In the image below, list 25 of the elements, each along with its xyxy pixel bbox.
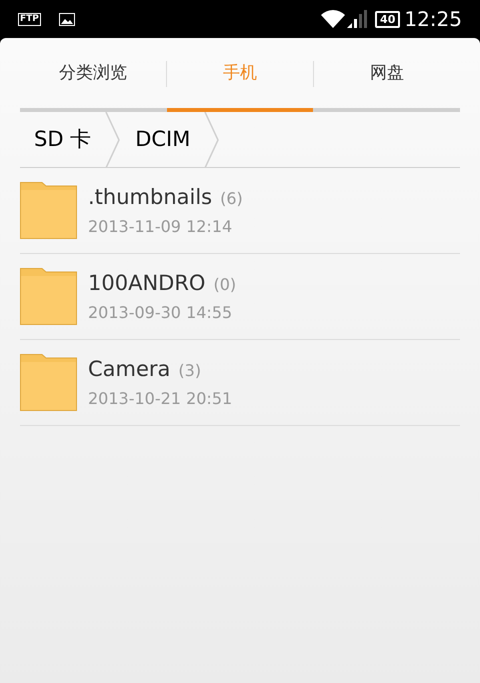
folder-icon [20,268,77,325]
wifi-icon [321,10,346,28]
folder-row[interactable]: .thumbnails (6) 2013-11-09 12:14 [20,168,460,254]
clock: 12:25 [404,6,462,33]
folder-icon [20,182,77,239]
modified-date: 2013-10-21 20:51 [88,388,232,410]
tab[interactable]: 网盘 [362,61,412,87]
modified-date: 2013-11-09 12:14 [88,216,234,238]
breadcrumb-item[interactable]: DCIM [121,124,204,156]
folder-name: Camera [88,356,170,383]
signal-icon [347,10,368,28]
battery-icon: 40 [375,10,400,28]
breadcrumb-item[interactable]: SD 卡 [20,124,106,156]
folder-name: 100ANDRO [88,270,206,297]
item-count: (3) [178,360,202,382]
folder-name: .thumbnails [88,184,212,211]
image-icon [58,12,75,26]
folder-icon [20,354,77,411]
folder-row[interactable]: Camera (3) 2013-10-21 20:51 [20,340,460,426]
tab[interactable]: 分类浏览 [51,61,135,87]
folder-row[interactable]: 100ANDRO (0) 2013-09-30 14:55 [20,254,460,340]
modified-date: 2013-09-30 14:55 [88,302,234,324]
item-count: (6) [220,188,243,210]
item-count: (0) [213,274,236,296]
ftp-icon: FTP [18,12,41,26]
